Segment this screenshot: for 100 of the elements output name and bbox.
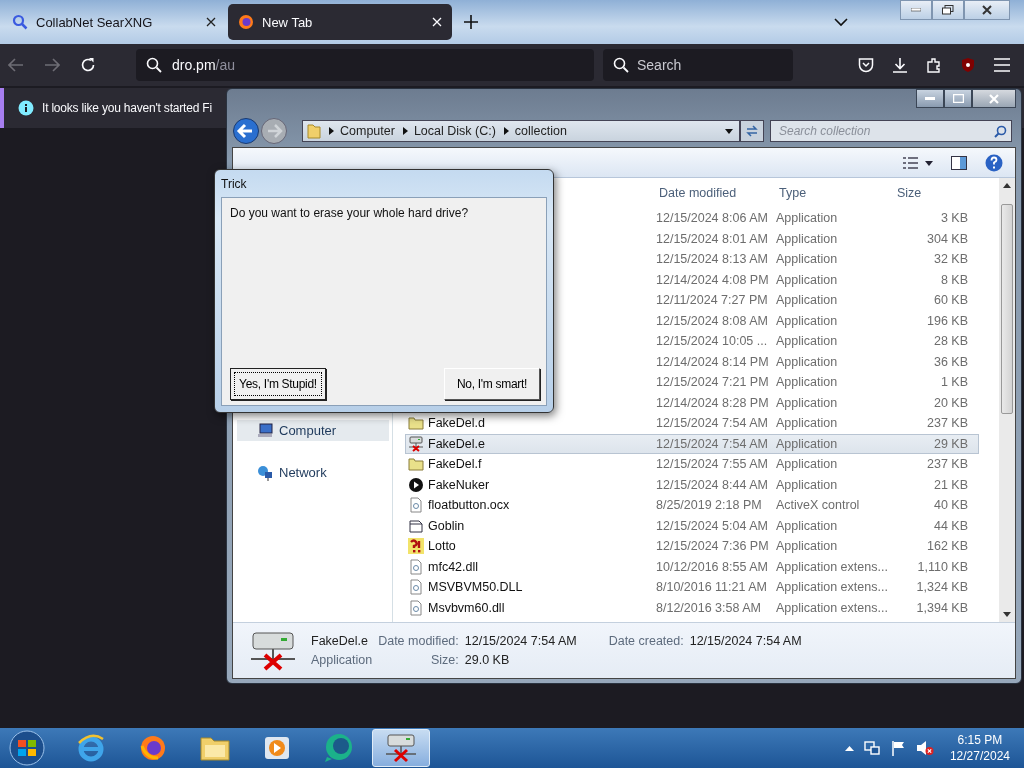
server-icon [408,435,424,452]
dialog-button[interactable]: Yes, I'm Stupid! [230,368,326,400]
clock[interactable]: 6:15 PM 12/27/2024 [949,732,1010,764]
date-cell-text: 8/12/2016 3:58 AM [656,600,762,615]
size-cell-text: 1 KB [939,375,968,390]
refresh-button[interactable] [740,120,764,143]
file-row[interactable]: floatbutton.ocx 8/25/2019 2:18 PM ActiveX control 40 KB [405,495,979,516]
view-list-icon[interactable] [903,155,933,170]
plus-icon[interactable] [464,15,478,29]
flag-icon[interactable] [889,740,906,756]
date-cell-text: 12/15/2024 5:04 AM [656,518,769,533]
size-cell-text: 1,110 KB [916,559,968,574]
search-field[interactable]: Search [603,49,793,81]
pocket-icon[interactable] [858,57,874,73]
search-icon [613,57,629,73]
column-header[interactable]: Size [893,186,967,200]
address-field[interactable]: dro.pm/au [136,49,594,81]
size-cell-text: 36 KB [932,354,968,369]
breadcrumb[interactable]: Computer [340,124,395,139]
file-row[interactable]: FakeNuker 12/15/2024 8:44 AM Application 21 KB [405,474,979,495]
address-bar[interactable]: Computer Local Disk (C:) collection [302,120,740,143]
taskbar-button[interactable] [372,729,430,767]
warning-tile-icon [408,538,424,555]
caret-right-icon[interactable] [402,127,408,136]
type-cell-text: Application [776,272,839,287]
file-row[interactable]: mfc42.dll 10/12/2016 8:55 AM Application extens... 1,110 KB [405,556,979,577]
minimize-button[interactable] [916,89,944,108]
scrollbar[interactable] [999,178,1015,622]
detail-label: Size: [429,653,459,667]
column-header[interactable]: Type [775,186,893,200]
column-header[interactable]: Date modified [655,186,775,200]
file-row[interactable]: Lotto 12/15/2024 7:36 PM Application 162 KB [405,536,979,557]
download-icon[interactable] [892,57,908,73]
maximize-button[interactable] [944,89,972,108]
close-button[interactable] [972,89,1016,108]
speaker-muted-icon[interactable] [915,740,934,756]
file-row[interactable]: FakeDel.f 12/15/2024 7:55 AM Application 237 KB [405,454,979,475]
scroll-up-icon[interactable] [1003,183,1011,188]
restore-icon [942,5,954,15]
firefox-icon [139,734,167,762]
file-name: Goblin [428,518,465,533]
help-icon[interactable] [985,153,1003,172]
file-row[interactable]: FakeDel.e 12/15/2024 7:54 AM Application 29 KB [405,433,979,454]
forward-arrow-icon[interactable] [44,58,60,72]
folder-icon [307,123,321,140]
browser-tab[interactable]: New Tab [228,4,452,40]
nav-item[interactable]: Network [237,462,389,483]
network-icon[interactable] [863,740,880,756]
caret-right-icon[interactable] [329,127,334,136]
date-cell-text: 8/10/2016 11:21 AM [656,580,768,595]
type-cell-text: Application [776,252,839,267]
dialog-button[interactable]: No, I'm smart! [444,368,540,400]
puzzle-icon[interactable] [926,57,942,73]
size-cell-text: 8 KB [939,272,968,287]
browser-tab[interactable]: CollabNet SearXNG [2,4,226,40]
file-name: floatbutton.ocx [428,498,510,513]
preview-pane-icon[interactable] [951,155,967,170]
file-row[interactable]: MSVBVM50.DLL 8/10/2016 11:21 AM Application extens... 1,324 KB [405,577,979,598]
detail-label: Date modified: [378,634,459,648]
breadcrumb[interactable]: Local Disk (C:) [413,124,496,139]
window-icon [408,517,424,534]
file-name: FakeDel.d [428,416,485,431]
scroll-down-icon[interactable] [1003,612,1011,617]
shield-icon[interactable] [960,57,976,73]
breadcrumb[interactable]: collection [514,124,567,139]
server-icon [384,733,418,763]
size-cell-text: 237 KB [926,416,968,431]
file-name: FakeDel.e [311,634,369,648]
start-orb-icon[interactable] [6,729,48,767]
minimize-icon [925,96,935,101]
chevron-down-icon[interactable] [834,17,848,27]
detail-label: Date created: [608,634,684,648]
play-icon [408,476,424,493]
file-icon [408,599,424,616]
date-cell-text: 12/15/2024 10:05 ... [656,334,769,349]
type-cell-text: Application [776,518,839,533]
size-cell-text: 40 KB [932,498,968,513]
date-cell-text: 12/15/2024 8:13 AM [656,252,769,267]
type-cell-text: Application [776,354,839,369]
reload-icon[interactable] [80,57,96,73]
caret-up-icon[interactable] [844,745,854,751]
date-cell-text: 12/14/2024 4:08 PM [656,272,770,287]
size-cell-text: 32 KB [932,252,968,267]
date-cell-text: 12/15/2024 7:21 PM [656,375,770,390]
caret-right-icon[interactable] [503,127,509,136]
menu-icon[interactable] [994,58,1010,72]
file-name: FakeDel.f [428,457,482,472]
nav-item[interactable]: Computer [237,420,389,441]
file-icon [408,579,424,596]
search-icon [994,124,1007,138]
size-cell-text: 304 KB [926,231,968,246]
maximize-button[interactable] [932,0,964,20]
file-row[interactable]: Goblin 12/15/2024 5:04 AM Application 44 KB [405,515,979,536]
close-button[interactable] [964,0,1010,20]
size-cell-text: 3 KB [939,211,968,226]
date-cell-text: 12/15/2024 8:44 AM [656,477,769,492]
type-cell-text: Application [776,436,839,451]
close-icon[interactable] [206,17,216,27]
file-row[interactable]: Msvbvm60.dll 8/12/2016 3:58 AM Application extens... 1,394 KB [405,597,979,618]
file-row[interactable]: FakeDel.d 12/15/2024 7:54 AM Application 237 KB [405,413,979,434]
